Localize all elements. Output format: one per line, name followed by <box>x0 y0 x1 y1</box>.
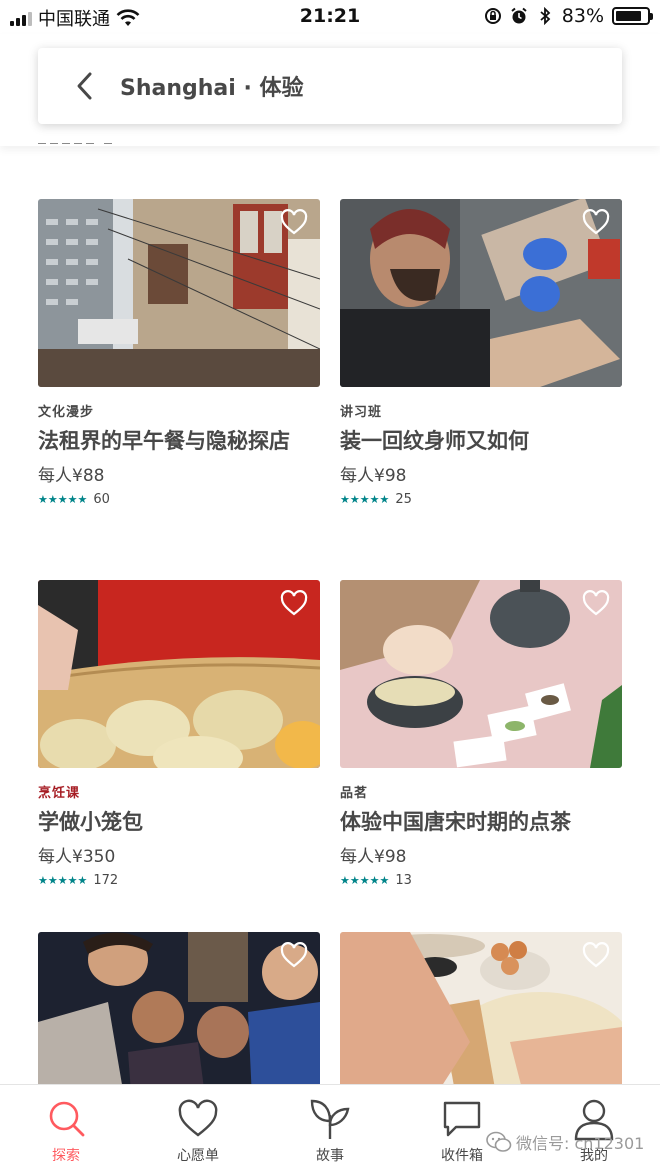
star-rating-icon: ★★★★★ <box>38 493 88 506</box>
star-rating-icon: ★★★★★ <box>38 874 88 887</box>
experience-category: 讲习班 <box>340 405 383 420</box>
battery-icon <box>612 7 653 25</box>
nav-profile[interactable]: 我的 <box>528 1085 660 1173</box>
bluetooth-icon <box>540 7 551 25</box>
experience-title[interactable]: 装一回纹身师又如何 <box>340 426 622 457</box>
experience-title[interactable]: 体验中国唐宋时期的点茶 <box>340 807 622 838</box>
experience-rating: ★★★★★ 60 <box>38 492 320 507</box>
message-icon <box>443 1101 481 1137</box>
top-bar: Shanghai · 体验 <box>0 34 660 146</box>
status-bar: 中国联通 21:21 83% <box>0 0 660 34</box>
experience-card[interactable]: 品茗 体验中国唐宋时期的点茶 每人¥98 ★★★★★ 13 <box>340 580 622 888</box>
previous-rating-peek <box>38 136 138 144</box>
heart-icon[interactable] <box>280 209 308 235</box>
experience-category: 品茗 <box>340 786 369 801</box>
search-icon <box>49 1101 85 1137</box>
rotation-lock-icon <box>484 8 501 24</box>
nav-explore[interactable]: 探索 <box>0 1085 132 1173</box>
experience-price: 每人¥98 <box>340 847 407 867</box>
status-right: 83% <box>484 5 653 27</box>
nav-label: 收件箱 <box>441 1148 483 1164</box>
nav-stories[interactable]: 故事 <box>264 1085 396 1173</box>
experience-card[interactable]: 文化漫步 法租界的早午餐与隐秘探店 每人¥88 ★★★★★ 60 <box>38 199 320 507</box>
watermark-text: 微信号: cn12301 <box>516 1134 645 1153</box>
experience-rating: ★★★★★ 172 <box>38 873 320 888</box>
wechat-icon <box>486 1131 512 1152</box>
review-count: 172 <box>93 873 119 888</box>
experience-category: 文化漫步 <box>38 405 95 420</box>
chevron-left-icon <box>77 72 92 100</box>
nav-inbox[interactable]: 收件箱 <box>396 1085 528 1173</box>
review-count: 13 <box>395 873 412 888</box>
battery-level <box>616 11 641 21</box>
nav-wishlist[interactable]: 心愿单 <box>132 1085 264 1173</box>
experience-card[interactable]: 讲习班 装一回纹身师又如何 每人¥98 ★★★★★ 25 <box>340 199 622 507</box>
star-rating-icon: ★★★★★ <box>340 493 390 506</box>
nav-label: 探索 <box>52 1148 80 1164</box>
experience-category: 烹饪课 <box>38 786 81 801</box>
experience-rating: ★★★★★ 13 <box>340 873 622 888</box>
search-bar[interactable]: Shanghai · 体验 <box>38 48 622 124</box>
experience-photo-tattoo[interactable] <box>340 199 622 387</box>
nav-label: 心愿单 <box>177 1148 219 1164</box>
alarm-icon <box>511 7 527 24</box>
heart-icon[interactable] <box>280 942 308 968</box>
sprout-icon <box>310 1099 350 1139</box>
experience-title[interactable]: 学做小笼包 <box>38 807 320 838</box>
battery-percent: 83% <box>561 5 604 27</box>
experience-price: 每人¥88 <box>38 466 105 486</box>
heart-icon[interactable] <box>582 942 610 968</box>
star-rating-icon: ★★★★★ <box>340 874 390 887</box>
experience-price: 每人¥350 <box>38 847 116 867</box>
heart-icon[interactable] <box>280 590 308 616</box>
bottom-nav: 探索 心愿单 故事 收件箱 我的 <box>0 1084 660 1173</box>
experience-rating: ★★★★★ 25 <box>340 492 622 507</box>
review-count: 60 <box>93 492 110 507</box>
experience-price: 每人¥98 <box>340 466 407 486</box>
experience-photo-tea[interactable] <box>340 580 622 768</box>
heart-icon[interactable] <box>582 590 610 616</box>
experience-photo-dumplings[interactable] <box>38 580 320 768</box>
page-title: Shanghai · 体验 <box>120 76 304 101</box>
experience-card[interactable]: 烹饪课 学做小笼包 每人¥350 ★★★★★ 172 <box>38 580 320 888</box>
heart-icon <box>178 1099 218 1137</box>
wechat-watermark: 微信号: cn12301 <box>486 1130 644 1154</box>
nav-label: 故事 <box>316 1148 344 1164</box>
heart-icon[interactable] <box>582 209 610 235</box>
experience-photo-street[interactable] <box>38 199 320 387</box>
back-button[interactable] <box>60 61 110 111</box>
experience-title[interactable]: 法租界的早午餐与隐秘探店 <box>38 426 320 457</box>
review-count: 25 <box>395 492 412 507</box>
